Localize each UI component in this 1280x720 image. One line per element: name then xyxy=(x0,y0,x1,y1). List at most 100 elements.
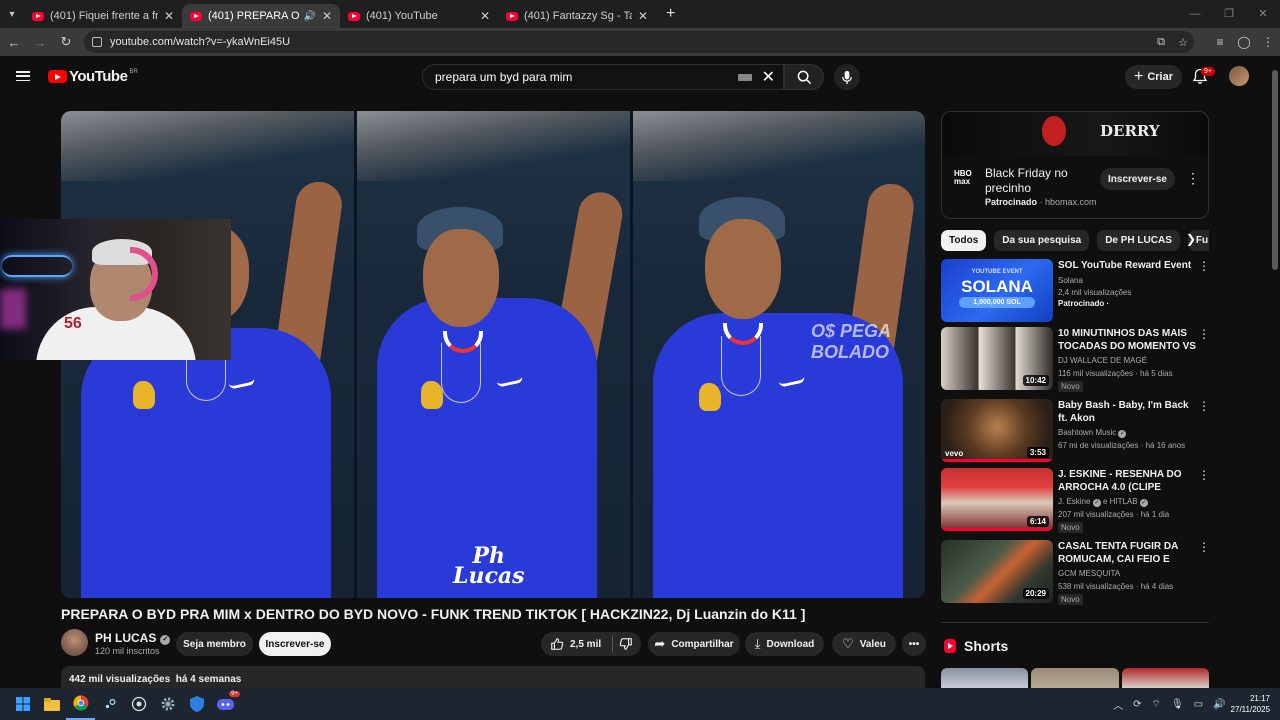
sponsored-ad-card[interactable]: DERRY HBO max Black Friday no precinho P… xyxy=(941,111,1209,219)
rec-more-icon[interactable]: ⋮ xyxy=(1198,399,1210,413)
url-bar[interactable]: youtube.com/watch?v=-ykaWnEi45U ⧉ ☆ xyxy=(84,31,1194,53)
rec-more-icon[interactable]: ⋮ xyxy=(1198,468,1210,482)
ad-banner-image[interactable]: DERRY xyxy=(942,112,1208,156)
youtube-favicon-icon xyxy=(32,11,44,21)
site-info-icon[interactable] xyxy=(92,37,102,47)
back-icon[interactable]: ← xyxy=(2,35,26,50)
youtube-logo[interactable]: YouTube BR xyxy=(48,68,138,85)
browser-menu-icon[interactable]: ⋮ xyxy=(1256,35,1280,49)
forward-icon[interactable]: → xyxy=(28,35,52,50)
system-clock[interactable]: 21:17 27/11/2025 xyxy=(1231,693,1270,715)
tab-close-icon[interactable]: ✕ xyxy=(164,9,174,23)
browser-tab-4[interactable]: (401) Fantazzy Sg - Tanta Dopa ✕ xyxy=(498,4,656,28)
new-tab-icon[interactable]: + xyxy=(666,5,675,23)
minimize-icon[interactable]: — xyxy=(1178,0,1212,28)
mic-tray-icon[interactable]: 🎙 xyxy=(1171,699,1184,710)
tab-close-icon[interactable]: ✕ xyxy=(322,9,332,23)
search-input[interactable]: prepara um byd para mim ✕ xyxy=(422,64,784,90)
ad-subscribe-button[interactable]: Inscrever-se xyxy=(1100,168,1175,190)
tab-close-icon[interactable]: ✕ xyxy=(480,9,490,23)
short-thumbnail[interactable] xyxy=(941,668,1029,688)
thanks-button[interactable]: ♡ Valeu xyxy=(832,632,896,656)
tab-search-chevron-icon[interactable]: ▾ xyxy=(0,0,24,28)
channel-avatar[interactable] xyxy=(61,629,88,656)
chip-all[interactable]: Todos xyxy=(941,230,987,251)
system-tray: ︿ ⟳ ⌔ 🎙 ▭ 🔊 21:17 27/11/2025 xyxy=(1108,688,1280,720)
rec-more-icon[interactable]: ⋮ xyxy=(1198,540,1210,554)
tray-chevron-icon[interactable]: ︿ xyxy=(1113,697,1123,712)
youtube-favicon-icon xyxy=(348,11,360,21)
security-shield-icon[interactable] xyxy=(182,688,211,720)
video-thumbnail[interactable]: 20:29 xyxy=(941,540,1053,603)
volume-icon[interactable]: 🔊 xyxy=(1213,699,1225,710)
list-item[interactable]: 10:42 10 MINUTINHOS DAS MAIS TOCADAS DO … xyxy=(941,327,1210,392)
windows-start-icon[interactable] xyxy=(8,688,37,720)
download-icon: ⤓ xyxy=(754,636,761,651)
upload-age: há 4 semanas xyxy=(175,674,242,685)
chevron-right-icon[interactable]: ❯ xyxy=(1186,232,1196,246)
reload-icon[interactable]: ↻ xyxy=(54,34,78,50)
speaker-icon[interactable]: 🔊 xyxy=(303,11,315,22)
browser-tab-2-active[interactable]: (401) PREPARA O BYD PRA🔊 ✕ xyxy=(182,4,340,28)
chip-from-search[interactable]: Da sua pesquisa xyxy=(994,230,1090,251)
hamburger-menu-icon[interactable] xyxy=(16,71,30,82)
share-button[interactable]: ➦ Compartilhar xyxy=(648,632,740,656)
voice-search-button[interactable] xyxy=(834,64,860,90)
sync-icon[interactable]: ⟳ xyxy=(1133,699,1141,710)
create-button[interactable]: + Criar xyxy=(1125,65,1182,89)
page-scrollbar[interactable] xyxy=(1271,56,1280,688)
filter-chips: Todos Da sua pesquisa De PH LUCAS Fu xyxy=(941,230,1209,252)
steam-icon[interactable] xyxy=(95,688,124,720)
maximize-icon[interactable]: ❐ xyxy=(1212,0,1246,28)
browser-tab-3[interactable]: (401) YouTube ✕ xyxy=(340,4,498,28)
browser-tab-1[interactable]: (401) Fiquei frente a frente com ✕ xyxy=(24,4,182,28)
rec-views: 538 mil visualizações · há 4 dias xyxy=(1058,582,1174,591)
search-button[interactable] xyxy=(784,64,824,90)
account-avatar[interactable] xyxy=(1229,66,1249,86)
chrome-icon[interactable] xyxy=(66,688,95,720)
short-thumbnail[interactable] xyxy=(1121,668,1209,688)
rec-more-icon[interactable]: ⋮ xyxy=(1198,259,1210,273)
join-button[interactable]: Seja membro xyxy=(176,632,253,656)
list-item[interactable]: 20:29 CASAL TENTA FUGIR DA ROMUCAM, CAI … xyxy=(941,540,1210,605)
logo-text: YouTube xyxy=(69,68,128,85)
view-count: 442 mil visualizações xyxy=(69,674,171,685)
more-dots-icon: ••• xyxy=(908,638,920,650)
search-icon xyxy=(797,70,811,84)
settings-gear-icon[interactable] xyxy=(153,688,182,720)
rec-more-icon[interactable]: ⋮ xyxy=(1198,327,1210,341)
ad-more-icon[interactable]: ⋮ xyxy=(1186,170,1200,187)
subscribe-button[interactable]: Inscrever-se xyxy=(259,632,331,656)
more-actions-button[interactable]: ••• xyxy=(902,632,926,656)
video-thumbnail[interactable]: vevo 3:53 xyxy=(941,399,1053,462)
channel-name[interactable]: PH LUCAS ✓ xyxy=(95,631,171,645)
download-button[interactable]: ⤓ Download xyxy=(745,632,824,656)
media-controls-icon[interactable]: ≡ xyxy=(1208,35,1232,49)
network-icon[interactable]: ⌔ xyxy=(1152,698,1161,711)
like-button[interactable]: 2,5 mil xyxy=(550,637,601,651)
video-thumbnail[interactable]: YOUTUBE EVENT SOLANA 1,000,000 SOL xyxy=(941,259,1053,322)
bookmark-star-icon[interactable]: ☆ xyxy=(1172,36,1194,49)
short-thumbnail[interactable] xyxy=(1031,668,1119,688)
list-item[interactable]: YOUTUBE EVENT SOLANA 1,000,000 SOL SOL Y… xyxy=(941,259,1210,323)
like-dislike-group: 2,5 mil xyxy=(541,632,641,656)
window-close-icon[interactable]: ✕ xyxy=(1246,0,1280,28)
profile-icon[interactable]: ◯ xyxy=(1232,35,1256,49)
tab-close-icon[interactable]: ✕ xyxy=(638,9,648,23)
keyboard-icon[interactable] xyxy=(737,73,752,81)
rec-views: 67 mi de visualizações · há 16 anos xyxy=(1058,441,1186,450)
install-app-icon[interactable]: ⧉ xyxy=(1150,36,1172,49)
display-icon[interactable]: ▭ xyxy=(1194,699,1203,710)
file-explorer-icon[interactable] xyxy=(37,688,66,720)
video-thumbnail[interactable]: 6:14 xyxy=(941,468,1053,531)
browser-tab-strip: ▾ (401) Fiquei frente a frente com ✕ (401… xyxy=(0,0,1280,28)
chip-from-channel[interactable]: De PH LUCAS xyxy=(1097,230,1180,251)
app-circle-icon[interactable] xyxy=(124,688,153,720)
video-thumbnail[interactable]: 10:42 xyxy=(941,327,1053,390)
new-badge: Novo xyxy=(1058,522,1083,533)
dislike-button[interactable] xyxy=(619,637,633,651)
list-item[interactable]: vevo 3:53 Baby Bash - Baby, I'm Back ft.… xyxy=(941,399,1210,463)
list-item[interactable]: 6:14 J. ESKINE - RESENHA DO ARROCHA 4.0 … xyxy=(941,468,1210,533)
clear-search-icon[interactable]: ✕ xyxy=(762,67,775,87)
discord-icon[interactable]: 9+ xyxy=(211,688,240,720)
